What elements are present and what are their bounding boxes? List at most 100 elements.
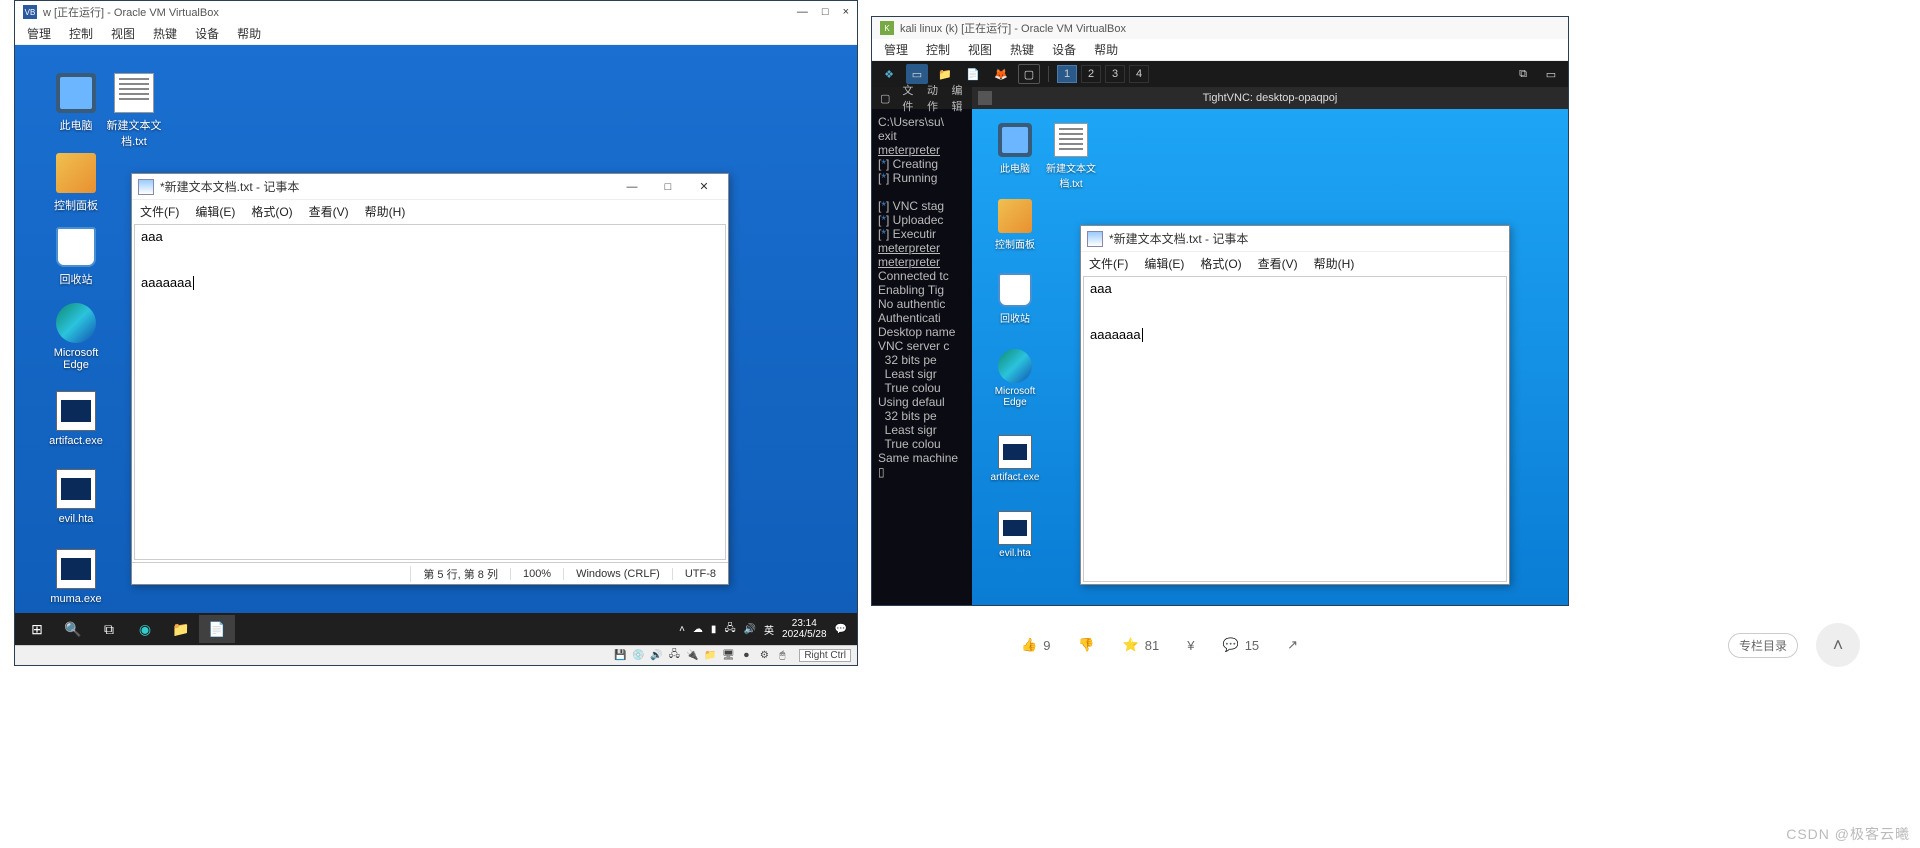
reward-button[interactable]: ¥ <box>1187 638 1194 653</box>
status-eol: Windows (CRLF) <box>563 568 672 580</box>
kali-terminal[interactable]: ▢ 文件动作编辑 C:\Users\su\ exit meterpreter [… <box>872 87 972 605</box>
left-vm-titlebar[interactable]: VB w [正在运行] - Oracle VM VirtualBox — □ × <box>15 1 857 23</box>
desktop-icon-此电脑[interactable]: 此电脑 <box>43 73 109 133</box>
tray-chevron-icon[interactable]: ˄ <box>679 624 685 635</box>
desktop-icon-回收站[interactable]: 回收站 <box>43 227 109 287</box>
task-view-button[interactable]: ⧉ <box>91 615 127 643</box>
menu-item[interactable]: 帮助(H) <box>1314 255 1355 272</box>
notepad-close-button[interactable]: ✕ <box>686 175 722 199</box>
panel-terminal-icon[interactable]: ▢ <box>1018 64 1040 84</box>
vm-audio-icon[interactable]: 🔊 <box>649 649 663 663</box>
vm-network-icon[interactable]: 🖧 <box>667 649 681 663</box>
menu-item[interactable]: 热键 <box>153 25 177 42</box>
menu-item[interactable]: 管理 <box>27 25 51 42</box>
menu-item[interactable]: 帮助 <box>237 25 261 42</box>
tray-ime-lang[interactable]: 英 <box>764 622 774 637</box>
vnc-titlebar[interactable]: TightVNC: desktop-opaqpoj <box>972 87 1568 109</box>
vm-usb-icon[interactable]: 🔌 <box>685 649 699 663</box>
desktop-icon-控制面板[interactable]: 控制面板 <box>43 153 109 213</box>
menu-item[interactable]: 控制 <box>926 41 950 58</box>
desktop-icon-evil.hta[interactable]: evil.hta <box>986 511 1044 559</box>
desktop-icon-控制面板[interactable]: 控制面板 <box>986 199 1044 251</box>
edge-taskbar-icon[interactable]: ◉ <box>127 615 163 643</box>
vm-hdd-icon[interactable]: 💾 <box>613 649 627 663</box>
desktop-icon-artifact.exe[interactable]: artifact.exe <box>986 435 1044 483</box>
notepad-text-area[interactable]: aaa aaaaaaa <box>134 224 726 560</box>
vm-shared-icon[interactable]: 📁 <box>703 649 717 663</box>
term-control-icon[interactable]: ▢ <box>880 92 890 105</box>
menu-item[interactable]: 热键 <box>1010 41 1034 58</box>
desktop-icon-artifact.exe[interactable]: artifact.exe <box>43 391 109 447</box>
vm-optical-icon[interactable]: 💿 <box>631 649 645 663</box>
scroll-top-button[interactable]: ˄ <box>1816 623 1860 667</box>
vm-cpu-icon[interactable]: ⚙ <box>757 649 771 663</box>
right-vm-titlebar[interactable]: K kali linux (k) [正在运行] - Oracle VM Virt… <box>872 17 1568 39</box>
tightvnc-window: TightVNC: desktop-opaqpoj *新建文本文档.txt - … <box>972 87 1568 605</box>
tray-battery-icon[interactable]: ▮ <box>711 624 717 635</box>
panel-show-desktop-icon[interactable]: ▭ <box>906 64 928 84</box>
tray-volume-icon[interactable]: 🔊 <box>744 624 756 635</box>
menu-item[interactable]: 设备 <box>195 25 219 42</box>
panel-tray-btn2[interactable]: ▭ <box>1540 64 1562 84</box>
desktop-icon-muma.exe[interactable]: muma.exe <box>43 549 109 605</box>
menu-item[interactable]: 文件(F) <box>140 203 179 220</box>
sidebar-toc-button[interactable]: 专栏目录 <box>1728 633 1798 658</box>
comment-button[interactable]: 💬 15 <box>1223 637 1260 653</box>
panel-firefox-icon[interactable]: 🦊 <box>990 64 1012 84</box>
vm-close-button[interactable]: × <box>843 6 849 18</box>
share-button[interactable]: ↗ <box>1287 637 1298 653</box>
tray-network-icon[interactable]: 🖧 <box>724 621 735 638</box>
kali-menu-icon[interactable]: ❖ <box>878 64 900 84</box>
notepad-titlebar[interactable]: *新建文本文档.txt - 记事本 — □ ✕ <box>132 174 728 200</box>
notepad-max-button[interactable]: □ <box>650 175 686 199</box>
notepad-min-button[interactable]: — <box>614 175 650 199</box>
desktop-icon-新建文本文档.txt[interactable]: 新建文本文档.txt <box>1042 123 1100 190</box>
menu-item[interactable]: 编辑(E) <box>1144 255 1184 272</box>
like-button[interactable]: 👍 9 <box>1021 637 1050 653</box>
menu-item[interactable]: 编辑(E) <box>195 203 235 220</box>
menu-item[interactable]: 帮助 <box>1094 41 1118 58</box>
notepad-text-area[interactable]: aaa aaaaaaa <box>1083 276 1507 582</box>
search-button[interactable]: 🔍 <box>55 615 91 643</box>
explorer-taskbar-icon[interactable]: 📁 <box>163 615 199 643</box>
vm-max-button[interactable]: □ <box>822 6 829 18</box>
desktop-icon-此电脑[interactable]: 此电脑 <box>986 123 1044 175</box>
panel-files-icon[interactable]: 📁 <box>934 64 956 84</box>
workspace-3[interactable]: 3 <box>1105 65 1125 83</box>
desktop-icon-Microsoft Edge[interactable]: Microsoft Edge <box>986 349 1044 408</box>
panel-text-icon[interactable]: 📄 <box>962 64 984 84</box>
menu-item[interactable]: 文件(F) <box>1089 255 1128 272</box>
star-button[interactable]: ⭐ 81 <box>1123 637 1160 653</box>
desktop-icon-evil.hta[interactable]: evil.hta <box>43 469 109 525</box>
taskbar-clock[interactable]: 23:14 2024/5/28 <box>782 618 827 640</box>
menu-item[interactable]: 查看(V) <box>309 203 349 220</box>
desktop-icon-新建文本文档.txt[interactable]: 新建文本文档.txt <box>101 73 167 149</box>
notepad-titlebar[interactable]: *新建文本文档.txt - 记事本 <box>1081 226 1509 252</box>
desktop-icon-回收站[interactable]: 回收站 <box>986 273 1044 325</box>
menu-item[interactable]: 格式(O) <box>251 203 292 220</box>
menu-item[interactable]: 视图 <box>968 41 992 58</box>
vm-min-button[interactable]: — <box>797 6 808 18</box>
menu-item[interactable]: 管理 <box>884 41 908 58</box>
workspace-1[interactable]: 1 <box>1057 65 1077 83</box>
tray-onedrive-icon[interactable]: ☁ <box>693 624 703 635</box>
desktop-icon-Microsoft Edge[interactable]: Microsoft Edge <box>43 303 109 371</box>
start-button[interactable]: ⊞ <box>19 615 55 643</box>
menu-item[interactable]: 帮助(H) <box>365 203 406 220</box>
menu-item[interactable]: 设备 <box>1052 41 1076 58</box>
menu-item[interactable]: 控制 <box>69 25 93 42</box>
panel-tray-btn1[interactable]: ⧉ <box>1512 64 1534 84</box>
menu-item[interactable]: 视图 <box>111 25 135 42</box>
vm-mouse-icon[interactable]: 🖱 <box>775 649 789 663</box>
notepad-taskbar-icon[interactable]: 📄 <box>199 615 235 643</box>
workspace-2[interactable]: 2 <box>1081 65 1101 83</box>
action-center-icon[interactable]: 💬 <box>835 624 847 635</box>
windows-desktop-left[interactable]: *新建文本文档.txt - 记事本 — □ ✕ 文件(F) 编辑(E) 格式(O) 查… <box>15 45 857 645</box>
vnc-remote-desktop[interactable]: *新建文本文档.txt - 记事本 文件(F) 编辑(E) 格式(O) 查看(V) 帮助… <box>972 109 1568 605</box>
dislike-button[interactable]: 👎 <box>1078 637 1094 653</box>
workspace-4[interactable]: 4 <box>1129 65 1149 83</box>
vm-record-icon[interactable]: ⏺ <box>739 649 753 663</box>
vm-display-icon[interactable]: 🖥 <box>721 649 735 663</box>
menu-item[interactable]: 格式(O) <box>1200 255 1241 272</box>
menu-item[interactable]: 查看(V) <box>1258 255 1298 272</box>
